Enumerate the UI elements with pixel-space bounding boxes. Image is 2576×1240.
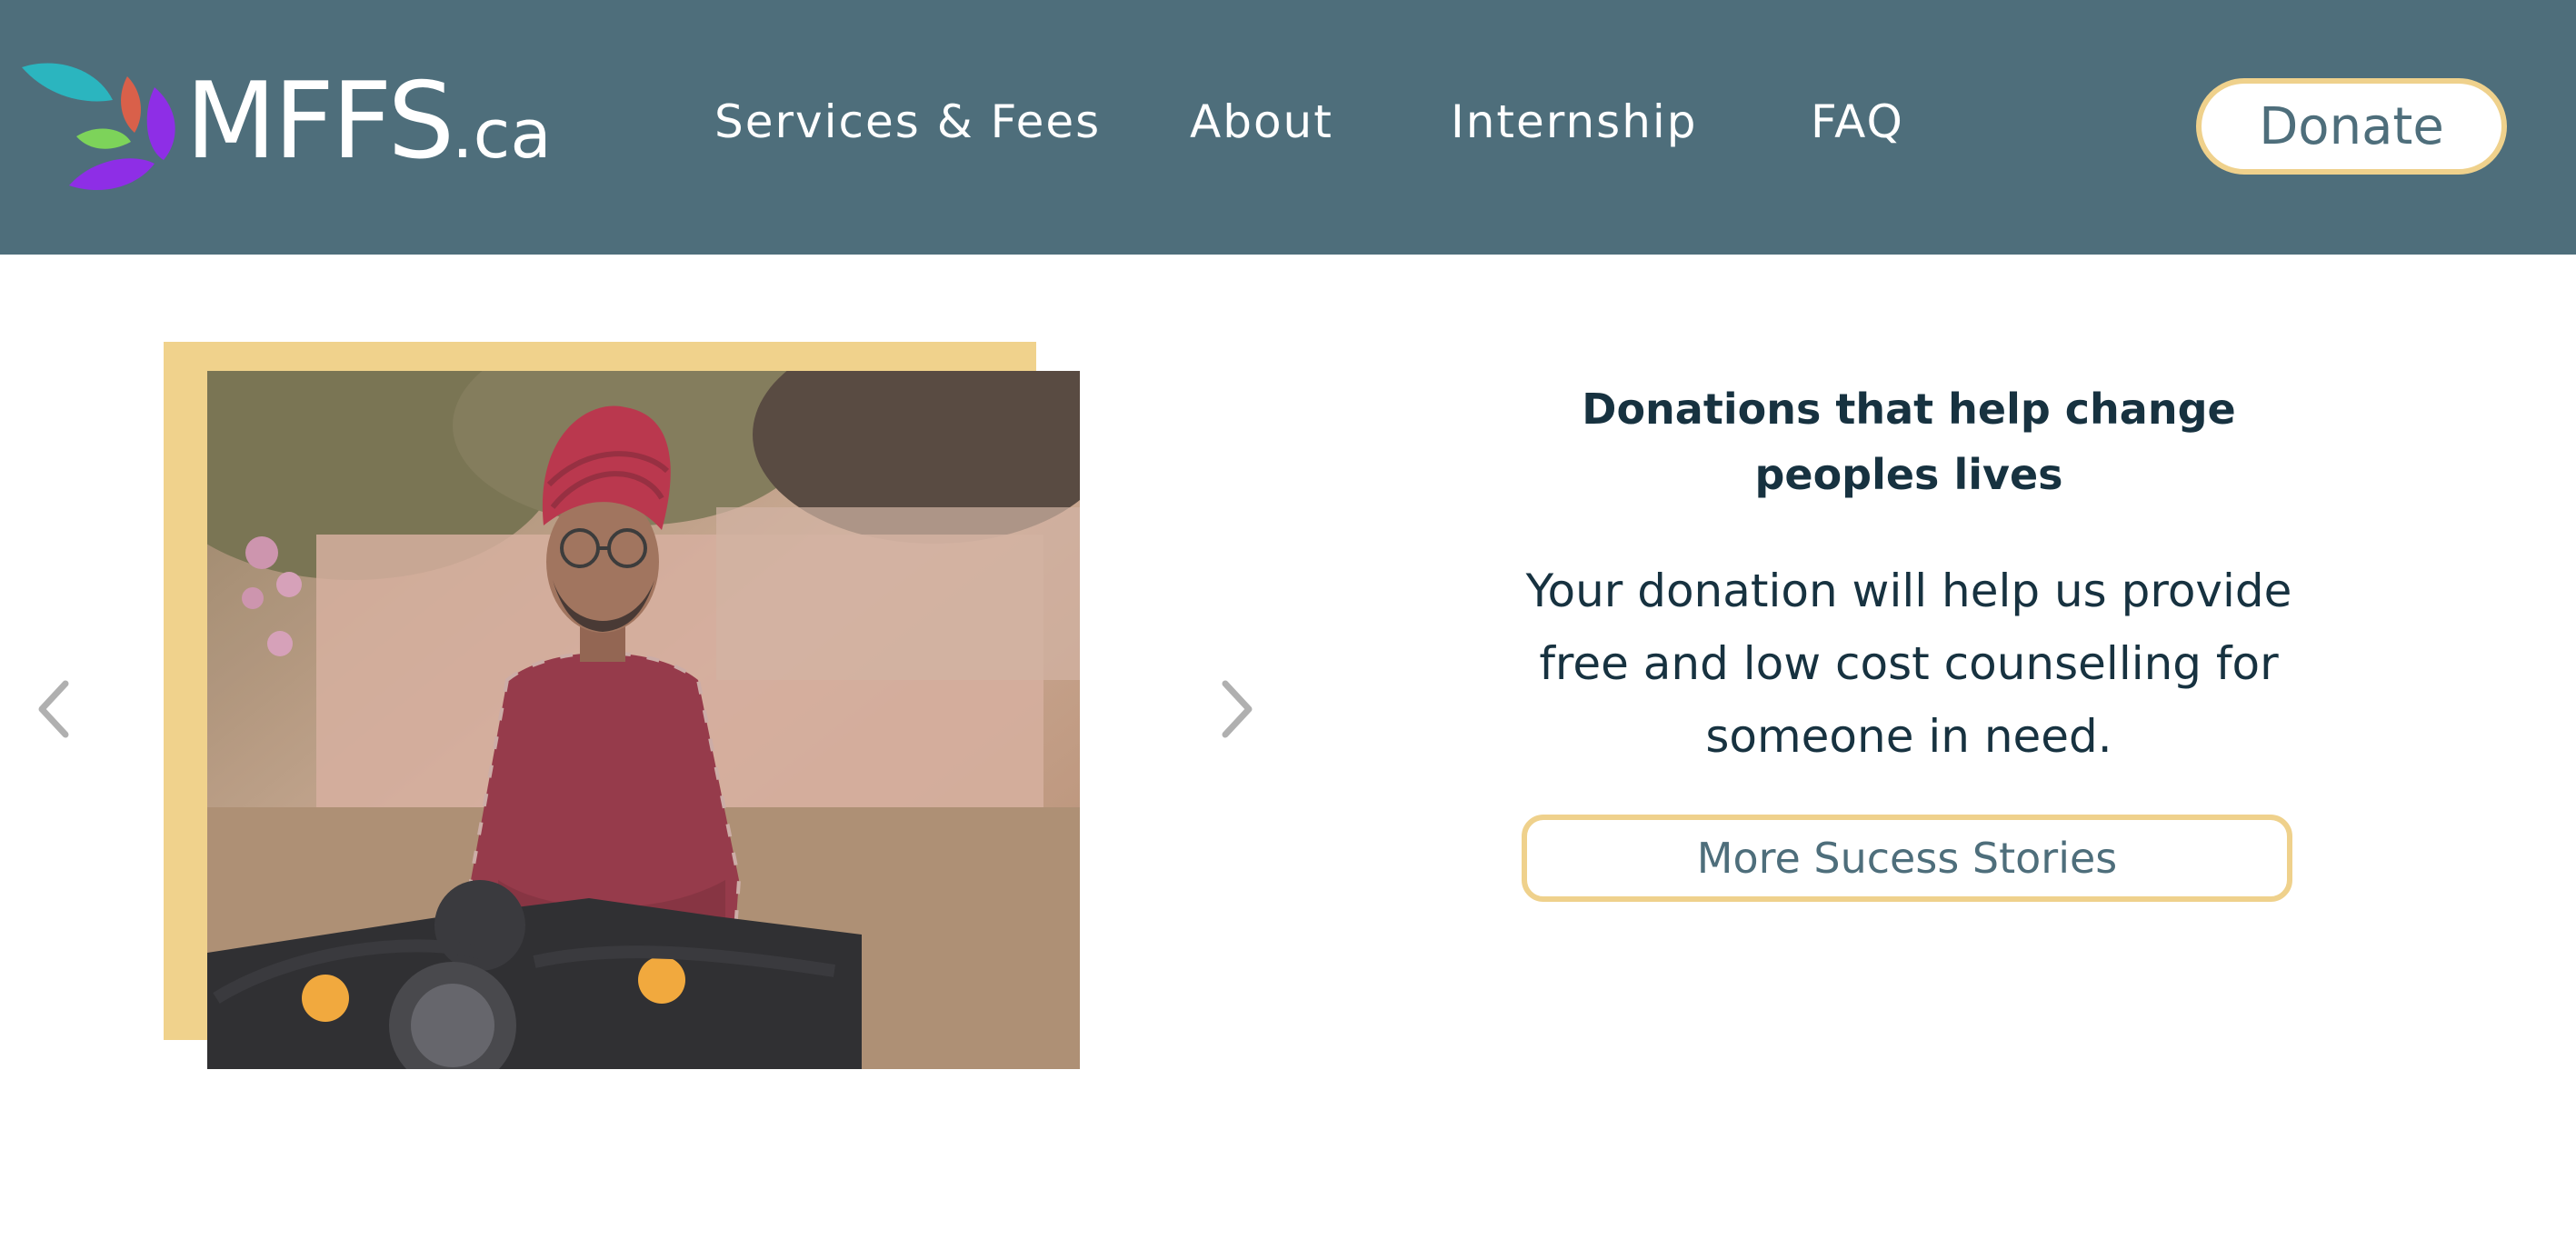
donate-button[interactable]: Donate: [2196, 78, 2507, 175]
flower-petals-icon: [22, 63, 175, 191]
site-logo[interactable]: MFFS.ca: [18, 60, 582, 196]
story-headline: Donations that help change peoples lives: [1582, 385, 2236, 499]
chevron-right-icon[interactable]: [1209, 673, 1263, 745]
site-header: MFFS.ca Services & Fees About Internship…: [0, 0, 2576, 255]
chevron-left-icon[interactable]: [27, 673, 82, 745]
nav-item-internship[interactable]: Internship: [1451, 95, 1698, 149]
nav-item-services-fees[interactable]: Services & Fees: [714, 95, 1101, 149]
more-success-stories-button[interactable]: More Sucess Stories: [1522, 815, 2292, 902]
story-image: [207, 371, 1080, 1069]
nav-item-about[interactable]: About: [1190, 95, 1333, 149]
story-description: Your donation will help us provide free …: [1525, 565, 2292, 763]
person-on-motorcycle-photo: [207, 371, 1080, 1069]
logo-wordmark: MFFS.ca: [185, 60, 552, 183]
nav-item-faq[interactable]: FAQ: [1811, 95, 1904, 149]
